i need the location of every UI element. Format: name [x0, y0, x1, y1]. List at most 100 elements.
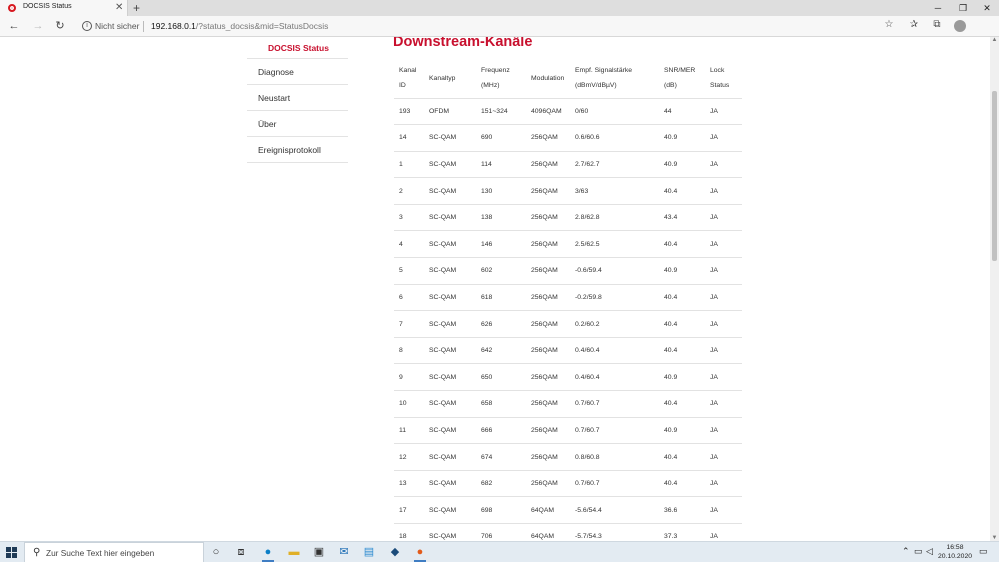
browser-toolbar: ← → ↻ i Nicht sicher 192.168.0.1/?status…: [0, 16, 999, 37]
scrollbar-thumb[interactable]: [992, 91, 997, 261]
column-header-kanal-id: Kanal ID: [394, 59, 429, 99]
cell-snr-mer: 40.4: [664, 390, 710, 418]
cell-modulation: 256QAM: [531, 417, 575, 445]
app-icon[interactable]: ◆: [387, 544, 403, 560]
cell-kanal-id: 4: [394, 230, 429, 259]
scroll-up-arrow-icon[interactable]: ▲: [990, 37, 999, 43]
favorites-icon[interactable]: ✰: [907, 19, 921, 30]
cell-kanaltyp: SC-QAM: [429, 204, 481, 232]
taskbar: ⚲ Zur Suche Text hier eingeben ○ ⧈ ● ▬ ▣…: [0, 541, 999, 562]
reload-icon[interactable]: ↻: [52, 19, 68, 33]
cell-snr-mer: 40.4: [664, 230, 710, 259]
task-view-icon[interactable]: ⧈: [233, 544, 249, 560]
cell-signalstaerke: -5.6/54.4: [575, 496, 664, 524]
column-header-signalstaerke: Empf. Signalstärke (dBmV/dBµV): [575, 59, 664, 99]
collections-icon[interactable]: ⧉: [930, 19, 944, 30]
volume-icon[interactable]: ◁: [926, 546, 933, 557]
opera-favicon-icon: [8, 4, 16, 12]
table-row: 8 SC-QAM 642 256QAM 0.4/60.4 40.4 JA: [394, 337, 742, 365]
cell-frequenz: 698: [481, 496, 531, 524]
cell-lock-status: JA: [710, 363, 742, 392]
cell-kanal-id: 193: [394, 98, 429, 126]
table-row: 4 SC-QAM 146 256QAM 2.5/62.5 40.4 JA: [394, 230, 742, 259]
cell-kanaltyp: SC-QAM: [429, 177, 481, 205]
profile-avatar[interactable]: [954, 20, 966, 32]
cell-frequenz: 658: [481, 390, 531, 418]
cell-signalstaerke: 0.8/60.8: [575, 443, 664, 471]
windows-start-icon[interactable]: [6, 547, 17, 558]
forward-arrow-icon[interactable]: →: [30, 19, 46, 33]
sidebar-item-docsis-status[interactable]: DOCSIS Status: [247, 37, 348, 59]
info-icon[interactable]: i: [82, 21, 92, 31]
opera-icon[interactable]: ●: [412, 544, 428, 562]
cell-modulation: 256QAM: [531, 177, 575, 205]
sidebar-item-ueber[interactable]: Über: [247, 111, 348, 137]
cell-frequenz: 602: [481, 257, 531, 285]
cell-lock-status: JA: [710, 337, 742, 365]
maximize-button[interactable]: ❐: [951, 0, 975, 16]
taskbar-search[interactable]: ⚲ Zur Suche Text hier eingeben: [24, 542, 204, 562]
cell-kanaltyp: SC-QAM: [429, 151, 481, 179]
page-scrollbar[interactable]: ▲ ▼: [990, 37, 999, 541]
back-arrow-icon[interactable]: ←: [6, 19, 22, 33]
cell-frequenz: 666: [481, 417, 531, 445]
cell-signalstaerke: 0/60: [575, 98, 664, 126]
store-icon[interactable]: ▣: [311, 544, 327, 560]
cell-frequenz: 618: [481, 284, 531, 312]
close-window-button[interactable]: ✕: [975, 0, 999, 16]
security-label[interactable]: Nicht sicher: [95, 21, 139, 31]
table-row: 2 SC-QAM 130 256QAM 3/63 40.4 JA: [394, 177, 742, 205]
sidebar-item-neustart[interactable]: Neustart: [247, 85, 348, 111]
cell-snr-mer: 40.9: [664, 417, 710, 445]
cell-snr-mer: 40.9: [664, 151, 710, 179]
column-header-lock-status: Lock Status: [710, 59, 742, 99]
column-header-snr-mer: SNR/MER (dB): [664, 59, 710, 99]
bookmark-star-icon[interactable]: ☆: [882, 19, 896, 30]
mail-icon[interactable]: ✉: [336, 544, 352, 560]
sidebar-item-diagnose[interactable]: Diagnose: [247, 59, 348, 85]
network-icon[interactable]: ▭: [914, 546, 923, 557]
address-bar[interactable]: i Nicht sicher 192.168.0.1/?status_docsi…: [78, 18, 898, 35]
cell-kanal-id: 14: [394, 124, 429, 152]
cell-snr-mer: 43.4: [664, 204, 710, 232]
cell-snr-mer: 36.6: [664, 496, 710, 524]
minimize-button[interactable]: ─: [926, 0, 950, 16]
notification-icon[interactable]: ▭: [979, 546, 988, 557]
table-row: 1 SC-QAM 114 256QAM 2.7/62.7 40.9 JA: [394, 151, 742, 179]
browser-tab[interactable]: DOCSIS Status ✕: [0, 0, 128, 16]
file-explorer-icon[interactable]: ▬: [286, 544, 302, 560]
tab-close-icon[interactable]: ✕: [115, 1, 123, 15]
cell-kanaltyp: SC-QAM: [429, 496, 481, 524]
cell-modulation: 64QAM: [531, 496, 575, 524]
downstream-table: Kanal ID Kanaltyp Frequenz (MHz) Modulatio…: [394, 59, 742, 541]
cortana-icon[interactable]: ○: [208, 544, 224, 560]
cell-kanaltyp: SC-QAM: [429, 443, 481, 471]
taskbar-clock[interactable]: 16:58 20.10.2020: [938, 543, 972, 561]
cell-kanal-id: 8: [394, 337, 429, 365]
cell-modulation: 256QAM: [531, 470, 575, 498]
table-row: 7 SC-QAM 626 256QAM 0.2/60.2 40.4 JA: [394, 310, 742, 338]
cell-modulation: 256QAM: [531, 151, 575, 179]
edge-icon[interactable]: ●: [260, 544, 276, 562]
cell-kanaltyp: SC-QAM: [429, 523, 481, 541]
cell-kanal-id: 10: [394, 390, 429, 418]
cell-modulation: 256QAM: [531, 124, 575, 152]
tab-strip: DOCSIS Status ✕ + ─ ❐ ✕: [0, 0, 999, 16]
new-tab-button[interactable]: +: [133, 0, 140, 16]
table-row: 14 SC-QAM 690 256QAM 0.6/60.6 40.9 JA: [394, 124, 742, 152]
cell-signalstaerke: 0.4/60.4: [575, 363, 664, 392]
cell-frequenz: 138: [481, 204, 531, 232]
cell-kanaltyp: SC-QAM: [429, 284, 481, 312]
sidebar-item-ereignisprotokoll[interactable]: Ereignisprotokoll: [247, 137, 348, 163]
cell-frequenz: 674: [481, 443, 531, 471]
cell-modulation: 256QAM: [531, 310, 575, 338]
remote-desktop-icon[interactable]: ▤: [361, 544, 377, 560]
cell-lock-status: JA: [710, 98, 742, 126]
cell-lock-status: JA: [710, 496, 742, 524]
tray-chevron-icon[interactable]: ⌃: [902, 546, 910, 557]
cell-kanal-id: 1: [394, 151, 429, 179]
cell-modulation: 256QAM: [531, 363, 575, 392]
url-text[interactable]: 192.168.0.1/?status_docsis&mid=StatusDoc…: [151, 21, 328, 31]
cell-modulation: 256QAM: [531, 443, 575, 471]
cell-signalstaerke: 0.2/60.2: [575, 310, 664, 338]
